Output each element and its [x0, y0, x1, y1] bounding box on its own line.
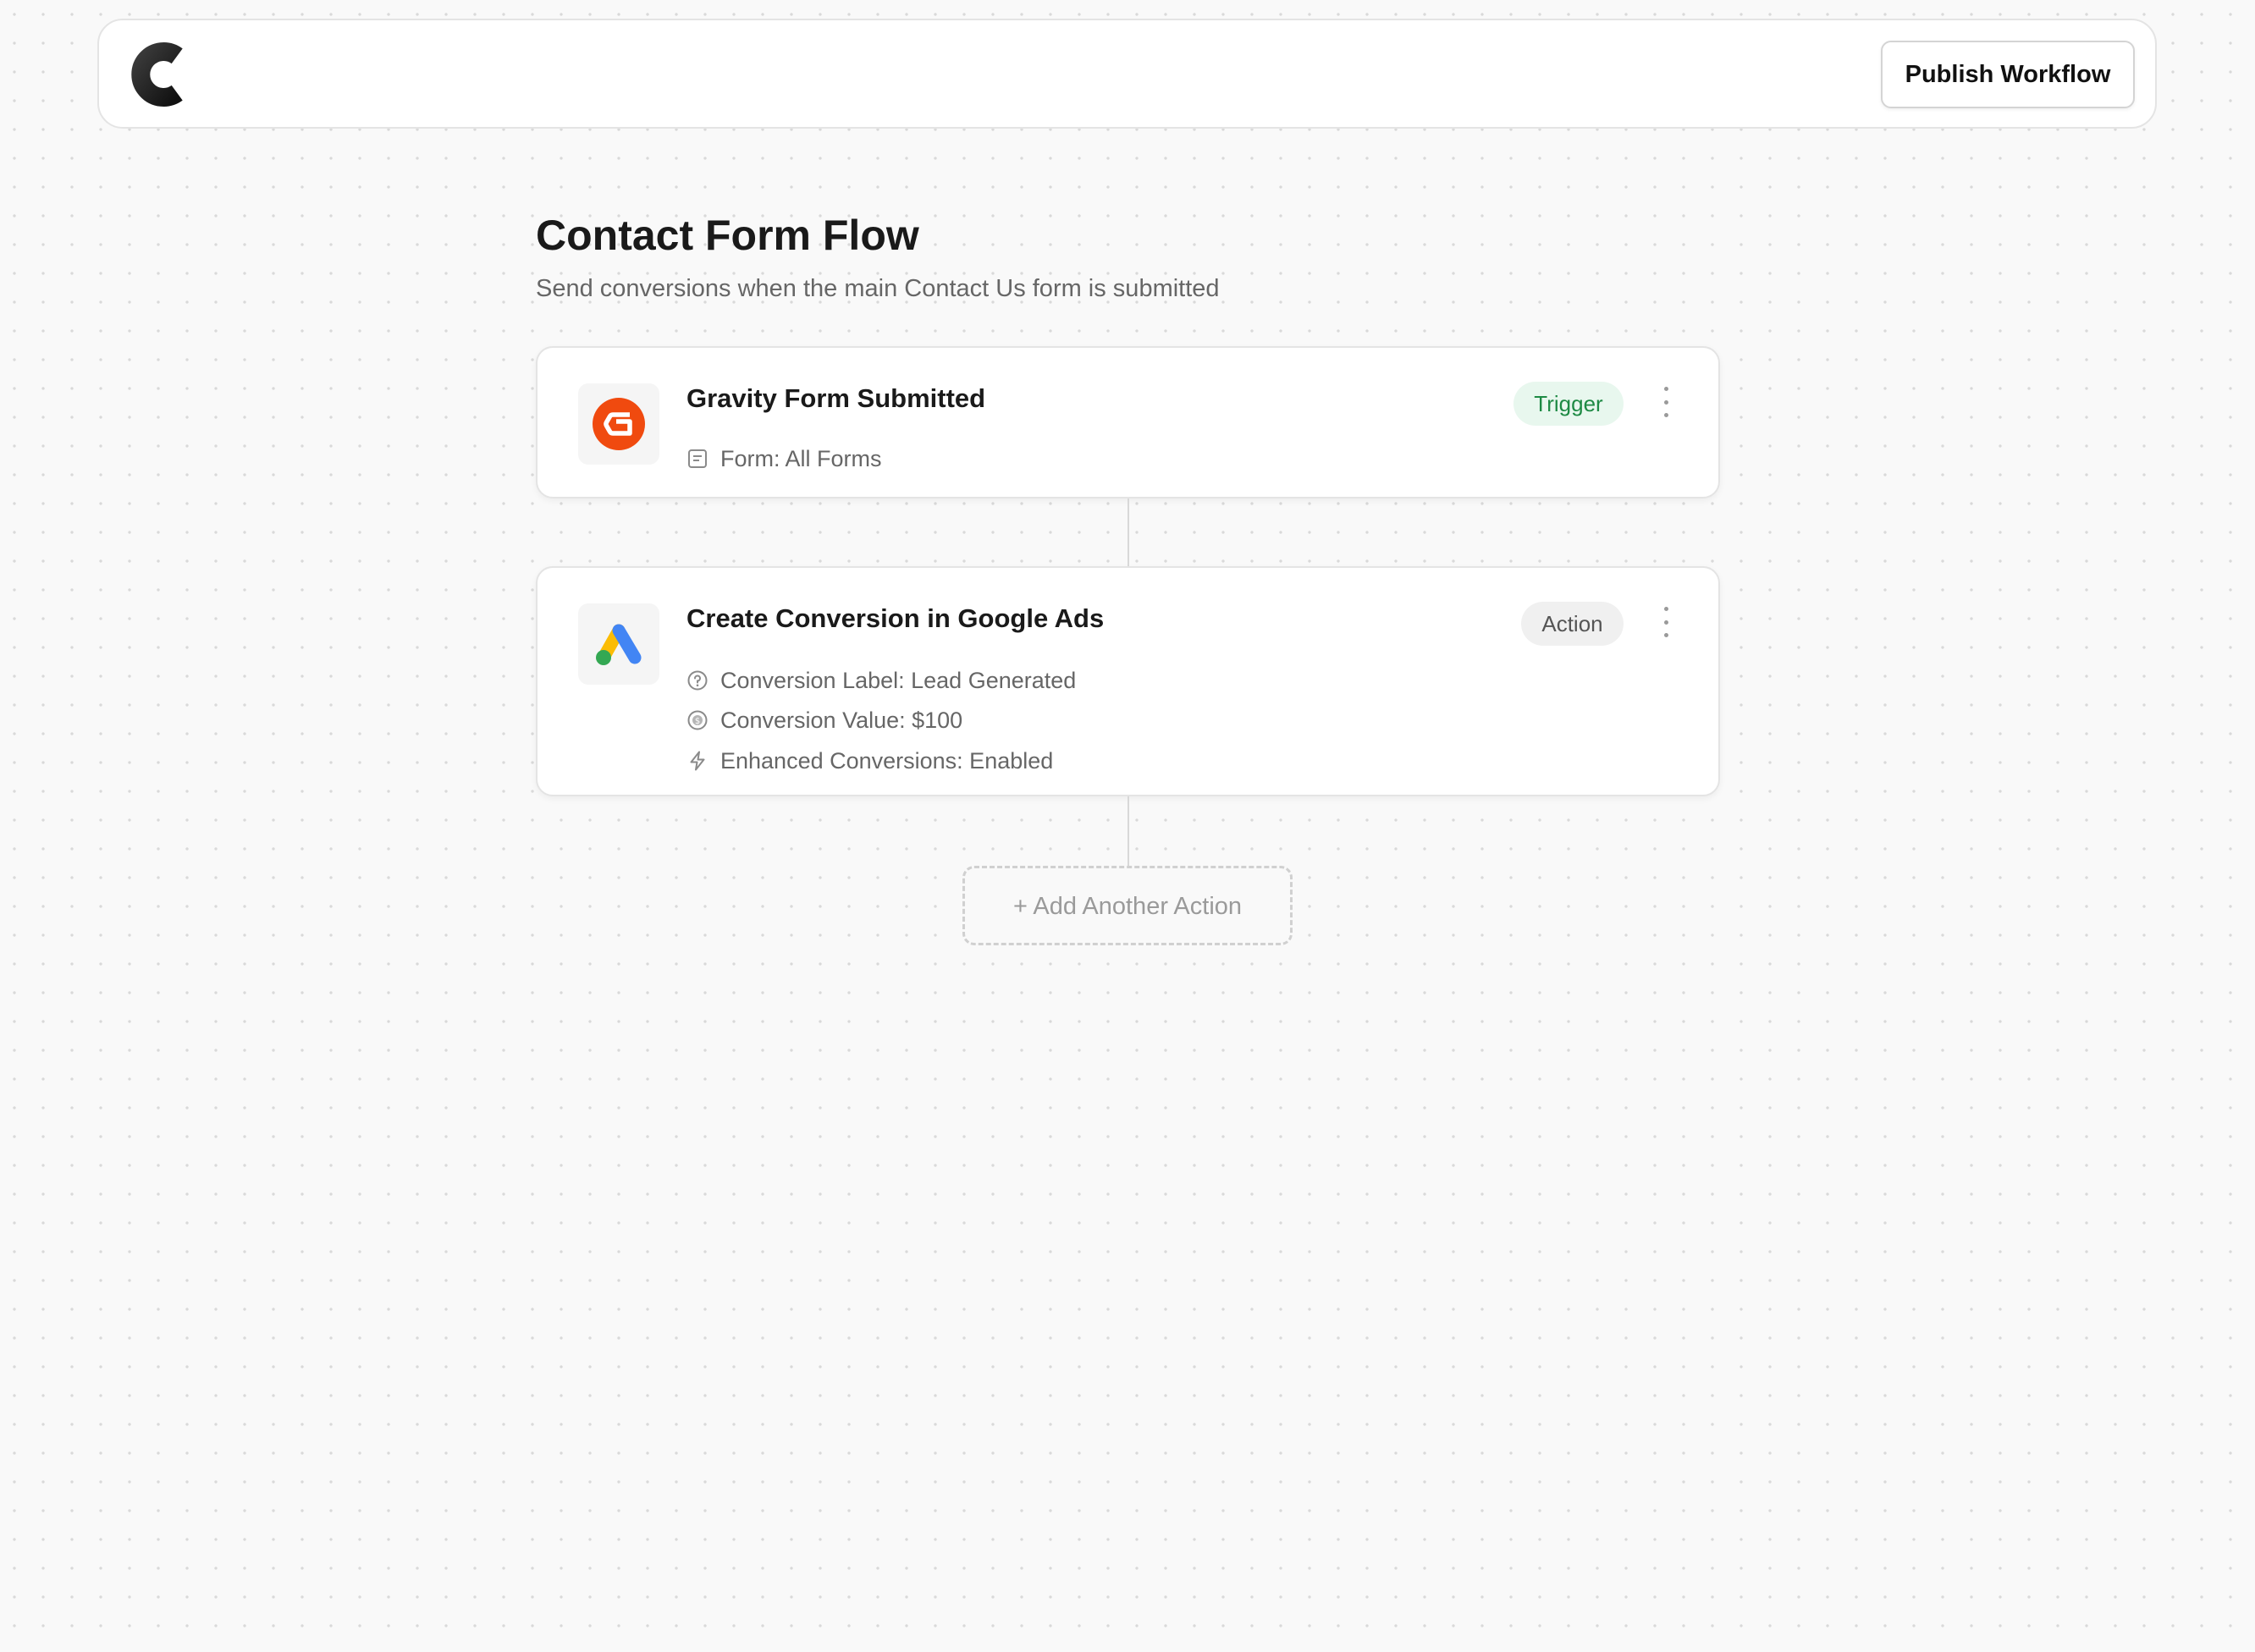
lightning-icon: [690, 751, 705, 771]
action-detail-label: Conversion Label: Lead Generated: [686, 666, 1076, 695]
action-card[interactable]: Create Conversion in Google Ads Conversi…: [536, 566, 1720, 796]
trigger-detail-text: Form: All Forms: [720, 446, 882, 471]
dollar-circle-icon: $: [687, 710, 708, 730]
trigger-detail-form: Form: All Forms: [686, 444, 882, 473]
google-ads-icon: [578, 603, 659, 685]
page-title: Contact Form Flow: [536, 212, 919, 259]
action-badge: Action: [1521, 602, 1624, 646]
action-title: Create Conversion in Google Ads: [686, 603, 1105, 633]
action-detail-text: Enhanced Conversions: Enabled: [720, 748, 1054, 774]
page-subtitle: Send conversions when the main Contact U…: [536, 275, 1220, 302]
trigger-more-options-icon[interactable]: [1657, 387, 1674, 417]
svg-text:$: $: [695, 717, 700, 726]
action-more-options-icon[interactable]: [1657, 607, 1674, 637]
question-circle-icon: [687, 670, 708, 691]
top-bar: Publish Workflow: [97, 19, 2157, 129]
trigger-title: Gravity Form Submitted: [686, 383, 986, 413]
publish-workflow-button[interactable]: Publish Workflow: [1881, 41, 2135, 108]
add-another-action-button[interactable]: + Add Another Action: [962, 866, 1293, 945]
connector-line: [1128, 498, 1129, 566]
action-detail-text: Conversion Label: Lead Generated: [720, 668, 1077, 693]
form-icon: [688, 449, 707, 468]
action-detail-text: Conversion Value: $100: [720, 708, 963, 733]
gravity-forms-icon: [578, 383, 659, 465]
trigger-badge: Trigger: [1513, 382, 1624, 426]
c-logo-icon[interactable]: [124, 41, 189, 108]
action-detail-value: $ Conversion Value: $100: [686, 706, 962, 735]
trigger-card[interactable]: Gravity Form Submitted Form: All Forms T…: [536, 346, 1720, 498]
action-detail-enhanced: Enhanced Conversions: Enabled: [686, 746, 1053, 775]
connector-line: [1128, 796, 1129, 866]
